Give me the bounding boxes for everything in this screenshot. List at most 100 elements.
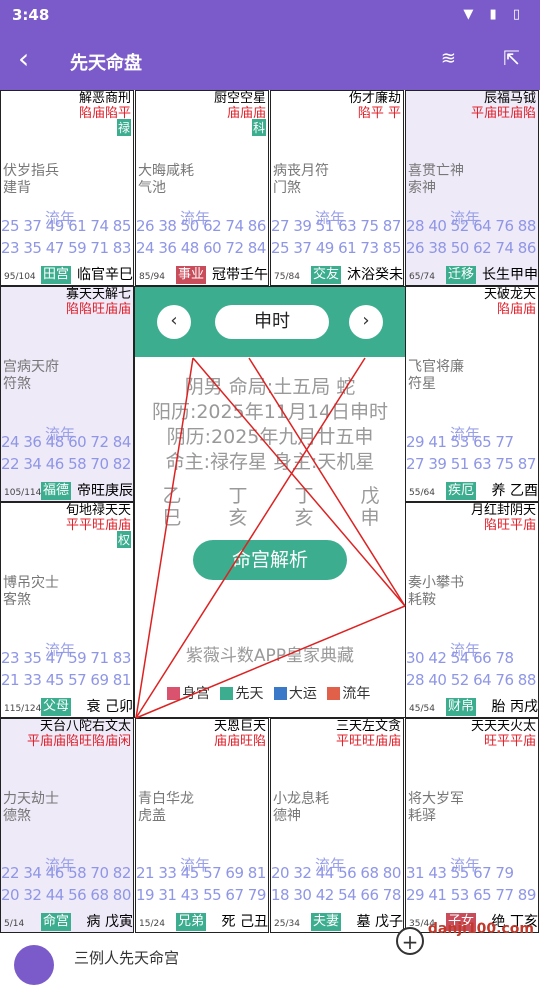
palace-phase: 墓 戊子 xyxy=(356,914,403,930)
decade-range: 65/74 xyxy=(409,272,435,282)
age-row: 27 39 51 63 75 87 xyxy=(406,455,536,473)
decade-range: 5/14 xyxy=(4,919,25,929)
hua-badge: 科 xyxy=(251,119,266,136)
main-stars: 天恩巨天 庙庙旺陷 xyxy=(213,719,266,749)
palace-cell[interactable]: 天恩巨天 庙庙旺陷 青白华龙虎盖 流年 21 33 45 57 69 81 19 31 4… xyxy=(135,718,269,933)
center-panel: ‹ 申时 › 阴男 命局:土五局 蛇 阳历:2025年11月14日申时 阴历:2… xyxy=(134,286,406,718)
palace-cell[interactable]: 解恶商刑 陷庙陷平禄伏岁指兵建背 流年 25 37 49 61 74 85 23 35 … xyxy=(0,90,134,286)
age-row: 20 32 44 56 68 80 92 xyxy=(1,886,133,904)
palace-name[interactable]: 父母 xyxy=(41,698,72,716)
add-icon[interactable]: + xyxy=(396,927,424,955)
footer: 三例人先天命宫 + danji100.com xyxy=(0,921,540,985)
lunar-date: 阴历:2025年九月廿五申 xyxy=(166,426,374,448)
decade-range: 85/94 xyxy=(139,272,165,282)
main-stars: 寡天天解七 陷陷旺庙庙 xyxy=(65,287,131,317)
decade-range: 15/24 xyxy=(139,919,165,929)
main-stars: 月红封阴天 陷旺平庙 xyxy=(470,503,536,533)
minor-stars: 宫病天府符煞 xyxy=(3,359,59,392)
palace-name[interactable]: 兄弟 xyxy=(176,913,207,931)
palace-footer: 15/24 兄弟死 己丑 xyxy=(136,912,268,932)
eye-icon[interactable]: ≋ xyxy=(441,48,456,69)
hua-badge: 权 xyxy=(116,531,131,548)
palace-cell[interactable]: 天破龙天 陷庙庙 飞官将廉符星 流年 29 41 53 65 77 27 39 51 63… xyxy=(405,286,539,502)
age-row: 28 40 52 64 76 88 xyxy=(406,671,536,689)
minor-stars: 奏小攀书耗鞍 xyxy=(408,575,464,608)
palace-cell[interactable]: 辰福马钺 平庙旺庙陷 喜贯亡神索神 流年 28 40 52 64 76 88 26 38 … xyxy=(405,90,539,286)
prev-hour-button[interactable]: ‹ xyxy=(157,305,191,339)
legend-label: 先天 xyxy=(235,686,264,702)
age-row: 26 38 50 62 74 86 98 xyxy=(406,239,538,257)
palace-footer: 105/114 福德 帝旺庚辰 xyxy=(1,481,133,501)
next-hour-button[interactable]: › xyxy=(349,305,383,339)
palace-name[interactable]: 命宫 xyxy=(41,913,72,931)
age-row: 25 37 49 61 74 85 xyxy=(1,217,131,235)
palace-footer: 75/84 交友 沐浴癸未 xyxy=(271,265,403,285)
palace-phase: 长生甲申 xyxy=(482,267,538,283)
palace-footer: 85/94 事业 冠带壬午 xyxy=(136,265,268,285)
main-stars: 旬地禄天天 平平旺庙庙 xyxy=(65,503,131,533)
palace-cell[interactable]: 三天左文贪 平旺旺庙庙 小龙息耗德神 流年 20 32 44 56 68 80 18 30… xyxy=(270,718,404,933)
pillar-branch: 亥 xyxy=(294,507,314,529)
palace-cell[interactable]: 天天天火太 旺平平庙 将大岁军耗驿 流年 31 43 55 67 79 29 41 53 … xyxy=(405,718,539,933)
share-icon[interactable]: ⇱ xyxy=(503,46,520,70)
age-row: 23 35 47 59 71 83 95 xyxy=(1,649,133,667)
palace-cell[interactable]: 旬地禄天天平平旺庙庙权博吊灾士客煞流年23 35 47 59 71 83 952… xyxy=(0,502,134,718)
app-bar: ‹ 先天命盘 ≋ ⇱ xyxy=(0,32,540,90)
hua-badge: 禄 xyxy=(116,119,131,136)
palace-phase: 临官辛巳 xyxy=(77,267,133,283)
palace-cell[interactable]: 厨空空星 庙庙庙科大晦咸耗气池 流年 26 38 50 62 74 86 24 36 4… xyxy=(135,90,269,286)
age-row: 24 36 48 60 72 84 96 xyxy=(136,239,268,257)
analyze-button[interactable]: 命宫解析 xyxy=(193,540,347,580)
minor-stars: 力天劫士德煞 xyxy=(3,791,59,824)
palace-footer: 115/124 父母衰 己卯 xyxy=(1,697,133,717)
age-row: 25 37 49 61 73 85 97 xyxy=(271,239,403,257)
main-stars: 厨空空星 庙庙庙 xyxy=(213,91,266,121)
hour-select-button[interactable]: 申时 xyxy=(215,305,329,339)
main-stars: 三天左文贪 平旺旺庙庙 xyxy=(335,719,401,749)
legend-swatch xyxy=(167,687,180,700)
palace-name[interactable]: 事业 xyxy=(176,266,207,284)
palace-name[interactable]: 交友 xyxy=(311,266,342,284)
palace-name[interactable]: 福德 xyxy=(41,482,72,500)
age-row: 23 35 47 59 71 83 95 xyxy=(1,239,133,257)
age-row: 29 41 53 65 77 89 xyxy=(406,886,536,904)
palace-footer: 5/14 命宫病 戊寅 xyxy=(1,912,133,932)
decade-range: 105/114 xyxy=(4,488,42,498)
decade-range: 55/64 xyxy=(409,488,435,498)
palace-name[interactable]: 财帛 xyxy=(446,698,477,716)
avatar[interactable] xyxy=(14,945,54,985)
brand-text: 紫薇斗数APP皇家典藏 xyxy=(185,646,355,666)
age-row: 31 43 55 67 79 xyxy=(406,864,514,882)
pillar-stem: 丁 xyxy=(294,485,314,507)
age-row: 18 30 42 54 66 78 90 xyxy=(271,886,403,904)
palace-phase: 病 戊寅 xyxy=(86,914,133,930)
gender-info: 阴男 命局:土五局 蛇 xyxy=(184,376,356,398)
chart-board: ‹ 申时 › 阴男 命局:土五局 蛇 阳历:2025年11月14日申时 阴历:2… xyxy=(0,90,540,933)
age-row: 22 34 46 58 70 82 94 xyxy=(1,455,133,473)
palace-phase: 胎 丙戌 xyxy=(491,699,538,715)
master-stars: 命主:禄存星 身主:天机星 xyxy=(165,451,375,473)
palace-phase: 养 乙酉 xyxy=(491,483,538,499)
palace-cell[interactable]: 伤才廉劫 陷平 平病丧月符门煞 流年 27 39 51 63 75 87 25 37 4… xyxy=(270,90,404,286)
palace-footer: 95/104 田宫 临官辛巳 xyxy=(1,265,133,285)
palace-cell[interactable]: 月红封阴天 陷旺平庙 奏小攀书耗鞍 流年 30 42 54 66 78 28 40 52 … xyxy=(405,502,539,718)
palace-cell[interactable]: 天台八陀右文太 平庙庙陷旺陷庙闲 力天劫士德煞 流年 22 34 46 58 70 82… xyxy=(0,718,134,933)
age-row: 27 39 51 63 75 87 xyxy=(271,217,401,235)
minor-stars: 博吊灾士客煞 xyxy=(3,575,59,608)
legend-swatch xyxy=(273,687,287,700)
palace-name[interactable]: 田宫 xyxy=(41,266,72,284)
legend-label: 流年 xyxy=(342,686,371,702)
minor-stars: 喜贯亡神索神 xyxy=(408,163,464,196)
pillar-stem: 乙 xyxy=(162,485,182,507)
palace-name[interactable]: 迁移 xyxy=(446,266,477,284)
decade-range: 45/54 xyxy=(409,704,435,714)
palace-name[interactable]: 夫妻 xyxy=(311,913,342,931)
palace-name[interactable]: 疾厄 xyxy=(446,482,477,500)
age-row: 29 41 53 65 77 xyxy=(406,433,514,451)
back-icon[interactable]: ‹ xyxy=(18,44,29,74)
decade-range: 25/34 xyxy=(274,919,300,929)
palace-cell[interactable]: 寡天天解七陷陷旺庙庙宫病天府符煞流年24 36 48 60 72 84 9622… xyxy=(0,286,134,502)
age-row: 22 34 46 58 70 82 94 xyxy=(1,864,133,882)
palace-footer: 65/74 迁移 长生甲申 xyxy=(406,265,538,285)
minor-stars: 飞官将廉符星 xyxy=(408,359,464,392)
